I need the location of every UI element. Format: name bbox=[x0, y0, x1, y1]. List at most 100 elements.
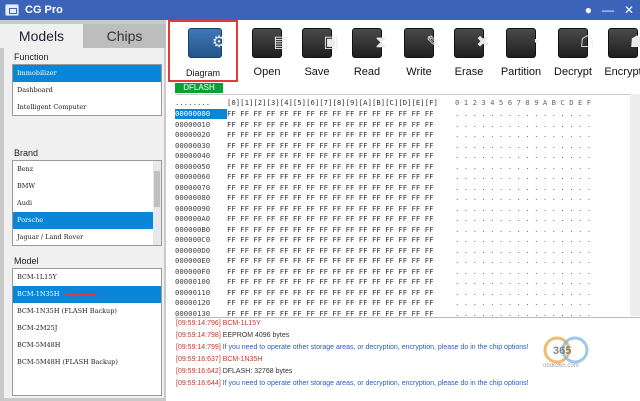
hex-row[interactable]: 000000F0 FF FF FF FF FF FF FF FF FF FF FF… bbox=[175, 267, 591, 277]
brand-scrollbar[interactable] bbox=[153, 161, 161, 245]
partition-button[interactable]: ◔ Partition bbox=[494, 24, 548, 80]
toolbar-label: Open bbox=[253, 66, 281, 78]
log-message: BCM-1L15Y bbox=[220, 320, 261, 327]
brand-list-item[interactable]: Benz bbox=[13, 161, 161, 178]
hex-bytes: FF FF FF FF FF FF FF FF FF FF FF FF FF F… bbox=[227, 298, 434, 307]
model-list-item[interactable]: BCM-5M48H bbox=[13, 337, 161, 354]
hex-row[interactable]: 00000070 FF FF FF FF FF FF FF FF FF FF FF… bbox=[175, 183, 591, 193]
hex-ascii: . . . . . . . . . . . . . . . . bbox=[455, 308, 592, 317]
diagram-button[interactable]: ⚙ Diagram bbox=[168, 20, 238, 82]
brand-list-item[interactable]: Porsche bbox=[13, 212, 161, 229]
title-bar: CG Pro ● — ✕ bbox=[0, 0, 640, 20]
hex-editor[interactable]: ........ [0][1][2][3][4][5][6][7][8][9][A… bbox=[175, 94, 640, 316]
pencil-icon: ✎ bbox=[404, 28, 440, 58]
hex-address: 00000130 bbox=[175, 308, 211, 317]
hex-address: 00000010 bbox=[175, 119, 211, 129]
ascii-header: 0 1 2 3 4 5 6 7 8 9 A B C D E F bbox=[455, 98, 592, 107]
open-button[interactable]: ▤ Open bbox=[240, 24, 294, 80]
hex-row[interactable]: 00000040 FF FF FF FF FF FF FF FF FF FF FF… bbox=[175, 151, 591, 161]
erase-icon: ✖ bbox=[454, 28, 490, 58]
model-list-item[interactable]: BCM-1N35H (FLASH Backup) bbox=[13, 303, 161, 320]
hex-bytes: FF FF FF FF FF FF FF FF FF FF FF FF FF F… bbox=[227, 277, 434, 286]
hex-row[interactable]: 00000100 FF FF FF FF FF FF FF FF FF FF FF… bbox=[175, 277, 591, 287]
hex-row[interactable]: 00000050 FF FF FF FF FF FF FF FF FF FF FF… bbox=[175, 162, 591, 172]
hex-row[interactable]: 00000130 FF FF FF FF FF FF FF FF FF FF FF… bbox=[175, 308, 591, 317]
hex-address: 00000020 bbox=[175, 130, 211, 139]
hex-ascii: . . . . . . . . . . . . . . . . bbox=[455, 203, 592, 213]
model-list-item[interactable]: BCM-5M48H (FLASH Backup) bbox=[13, 354, 161, 371]
hex-address: 00000060 bbox=[175, 172, 211, 181]
hex-bytes: FF FF FF FF FF FF FF FF FF FF FF FF FF F… bbox=[227, 245, 434, 255]
brand-list-item[interactable]: Jaguar / Land Rover bbox=[13, 229, 161, 245]
close-icon[interactable]: ✕ bbox=[624, 2, 634, 18]
hex-scrollbar[interactable] bbox=[630, 94, 640, 316]
hex-row[interactable]: 00000060 FF FF FF FF FF FF FF FF FF FF FF… bbox=[175, 172, 591, 182]
hex-address: 00000030 bbox=[175, 140, 211, 150]
decrypt-button[interactable]: ☖ Decrypt bbox=[546, 24, 600, 80]
hex-row[interactable]: 00000090 FF FF FF FF FF FF FF FF FF FF FF… bbox=[175, 203, 591, 214]
hex-ascii: . . . . . . . . . . . . . . . . bbox=[455, 266, 592, 276]
lock-icon: ☖ bbox=[558, 28, 594, 58]
hex-column-headers: [0][1][2][3][4][5][6][7][8][9][A][B][C][… bbox=[227, 98, 438, 107]
toolbar-label: Decrypt bbox=[554, 66, 592, 78]
function-list-item[interactable]: Immobilizer bbox=[13, 65, 161, 82]
hex-address: 00000090 bbox=[175, 203, 211, 213]
toolbar-label: Save bbox=[304, 66, 330, 78]
hex-ascii: . . . . . . . . . . . . . . . . bbox=[455, 140, 592, 150]
toolbar-label: Erase bbox=[454, 66, 484, 78]
function-list[interactable]: Immobilizer Dashboard Intelligent Computer bbox=[12, 64, 162, 116]
hex-ascii: . . . . . . . . . . . . . . . . bbox=[455, 193, 592, 202]
tab-chips[interactable]: Chips bbox=[83, 24, 166, 48]
hex-ascii: . . . . . . . . . . . . . . . . bbox=[455, 130, 592, 139]
hex-bytes: FF FF FF FF FF FF FF FF FF FF FF FF FF F… bbox=[227, 119, 434, 129]
hourglass-icon: ⧗ bbox=[352, 28, 387, 58]
hex-address: 00000040 bbox=[175, 151, 211, 160]
hex-ascii: . . . . . . . . . . . . . . . . bbox=[455, 235, 592, 244]
brand-list-item[interactable]: Audi bbox=[13, 195, 161, 212]
hex-row[interactable]: 00000020 FF FF FF FF FF FF FF FF FF FF FF… bbox=[175, 130, 591, 140]
save-button[interactable]: ▣ Save bbox=[290, 24, 344, 80]
write-button[interactable]: ✎ Write bbox=[392, 24, 446, 80]
dflash-tab[interactable]: DFLASH bbox=[175, 83, 223, 93]
hex-row[interactable]: 000000E0 FF FF FF FF FF FF FF FF FF FF FF… bbox=[175, 256, 591, 266]
function-list-item[interactable]: Intelligent Computer bbox=[13, 99, 161, 115]
erase-button[interactable]: ✖ Erase bbox=[442, 24, 496, 80]
function-list-item[interactable]: Dashboard bbox=[13, 82, 161, 99]
brand-list[interactable]: Benz BMW Audi Porsche Jaguar / Land Rover bbox=[12, 160, 162, 246]
hex-row[interactable]: 00000000 FF FF FF FF FF FF FF FF FF FF FF… bbox=[175, 109, 591, 119]
hex-row[interactable]: 000000A0 FF FF FF FF FF FF FF FF FF FF FF… bbox=[175, 214, 591, 224]
model-list-item[interactable]: BCM-1L15Y bbox=[13, 269, 161, 286]
hex-row[interactable]: 00000110 FF FF FF FF FF FF FF FF FF FF FF… bbox=[175, 287, 591, 298]
hex-address: 00000100 bbox=[175, 277, 211, 286]
tab-models[interactable]: Models bbox=[0, 24, 83, 48]
encrypt-button[interactable]: ☗ Encrypt bbox=[596, 24, 640, 80]
hex-row[interactable]: 00000030 FF FF FF FF FF FF FF FF FF FF FF… bbox=[175, 140, 591, 151]
model-list[interactable]: BCM-1L15Y BCM-1N35H BCM-1N35H (FLASH Backu… bbox=[12, 268, 162, 396]
log-message: DFLASH: 32768 bytes bbox=[220, 368, 293, 375]
hex-ascii: . . . . . . . . . . . . . . . . bbox=[455, 161, 592, 171]
hex-bytes: FF FF FF FF FF FF FF FF FF FF FF FF FF F… bbox=[227, 193, 434, 202]
brand-list-item[interactable]: BMW bbox=[13, 178, 161, 195]
hex-row[interactable]: 00000010 FF FF FF FF FF FF FF FF FF FF FF… bbox=[175, 119, 591, 130]
hex-address: 00000110 bbox=[175, 287, 211, 297]
hex-ascii: . . . . . . . . . . . . . . . . bbox=[455, 287, 592, 297]
log-timestamp: [09:59:14:796] bbox=[176, 320, 221, 327]
hex-address: 000000B0 bbox=[175, 224, 211, 234]
hex-row[interactable]: 000000D0 FF FF FF FF FF FF FF FF FF FF FF… bbox=[175, 245, 591, 256]
model-list-item[interactable]: BCM-2M25J bbox=[13, 320, 161, 337]
toolbar: ⚙ Diagram ▤ Open ▣ Save ⧗ Read ✎ Write ✖ Erase ◔ Part… bbox=[166, 20, 640, 82]
hex-row[interactable]: 000000C0 FF FF FF FF FF FF FF FF FF FF FF… bbox=[175, 235, 591, 245]
hex-address: 000000E0 bbox=[175, 256, 211, 265]
toolbar-label: Partition bbox=[500, 66, 542, 78]
hex-bytes: FF FF FF FF FF FF FF FF FF FF FF FF FF F… bbox=[227, 172, 434, 181]
hex-row[interactable]: 000000B0 FF FF FF FF FF FF FF FF FF FF FF… bbox=[175, 224, 591, 235]
hex-row[interactable]: 00000120 FF FF FF FF FF FF FF FF FF FF FF… bbox=[175, 298, 591, 308]
hex-row[interactable]: 00000080 FF FF FF FF FF FF FF FF FF FF FF… bbox=[175, 193, 591, 203]
log-message: If you need to operate other storage are… bbox=[220, 344, 529, 351]
user-icon[interactable]: ● bbox=[585, 2, 592, 18]
log-line: [09:59:16:644] If you need to operate ot… bbox=[175, 378, 640, 390]
log-message: EEPROM 4096 bytes bbox=[220, 332, 290, 339]
read-button[interactable]: ⧗ Read bbox=[340, 24, 394, 80]
minimize-icon[interactable]: — bbox=[602, 2, 614, 18]
diagram-icon: ⚙ bbox=[188, 28, 226, 58]
